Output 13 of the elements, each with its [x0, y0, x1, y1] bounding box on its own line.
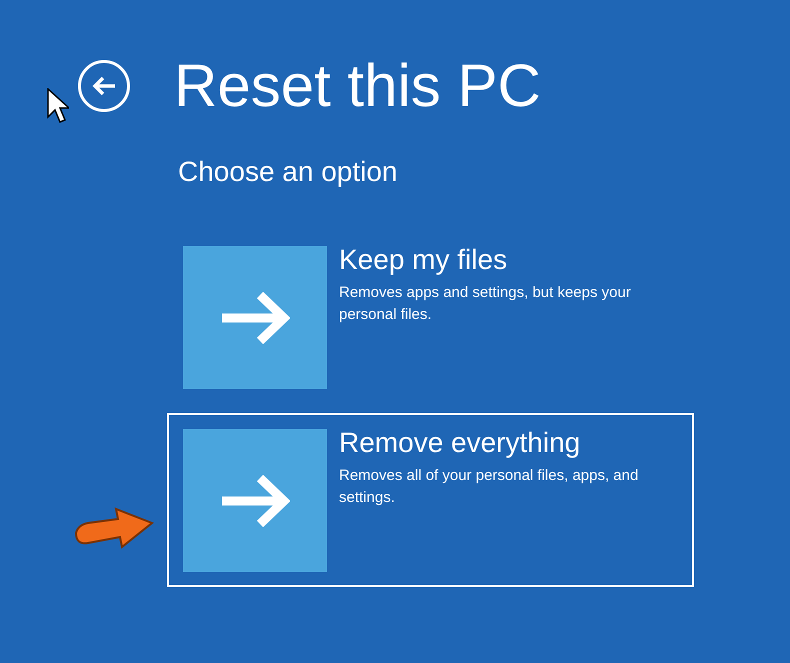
back-arrow-icon — [91, 75, 117, 97]
option-description: Removes all of your personal files, apps, and settings. — [339, 466, 640, 508]
option-button[interactable]: Keep my files Removes apps and settings, but keeps your personal files. — [167, 230, 694, 404]
page-subtitle: Choose an option — [178, 155, 399, 189]
option-button[interactable]: Remove everything Removes all of your personal files, apps, and settings. — [167, 413, 694, 587]
right-arrow-icon — [220, 474, 290, 526]
option-title: Remove everything — [339, 426, 582, 460]
back-button[interactable] — [78, 60, 130, 112]
option-description: Removes apps and settings, but keeps your personal files. — [339, 283, 632, 325]
option-title: Keep my files — [339, 243, 508, 277]
page-title: Reset this PC — [174, 51, 541, 121]
right-arrow-icon — [220, 292, 290, 344]
mouse-pointer-icon — [47, 88, 69, 124]
